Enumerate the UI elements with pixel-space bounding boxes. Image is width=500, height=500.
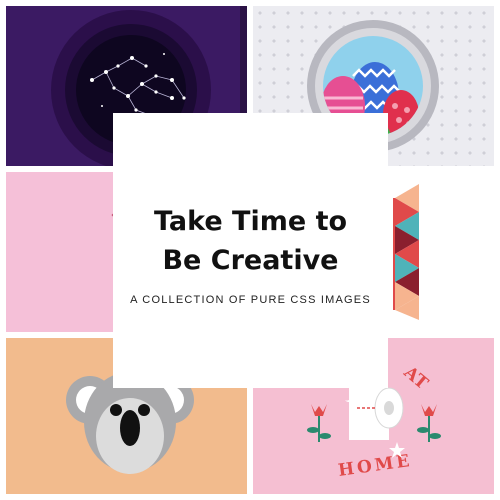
card-subtitle: A COLLECTION OF PURE CSS IMAGES <box>130 294 371 306</box>
at-word: AT <box>399 362 432 394</box>
card-title-line-2: Be Creative <box>162 245 339 276</box>
home-word: HOME <box>337 451 414 481</box>
title-card: Take Time to Be Creative A COLLECTION OF… <box>113 113 388 388</box>
flower-left-icon <box>307 404 331 442</box>
flower-right-icon <box>417 404 441 442</box>
card-title: Take Time to Be Creative <box>154 202 347 280</box>
card-title-line-1: Take Time to <box>153 206 348 237</box>
